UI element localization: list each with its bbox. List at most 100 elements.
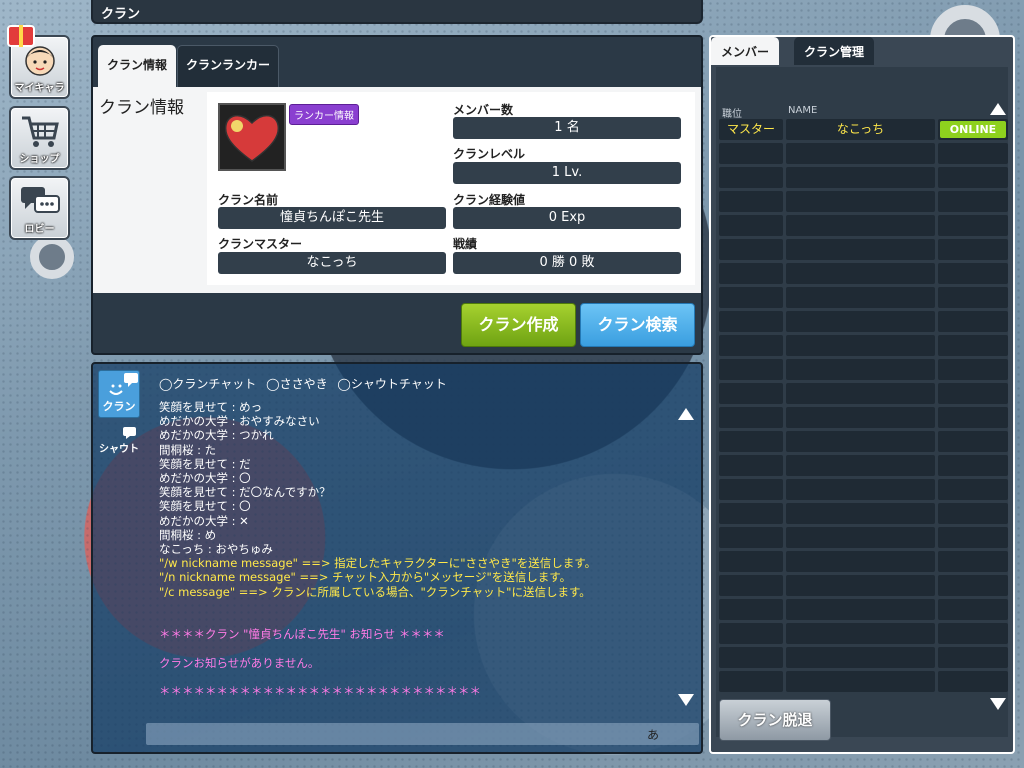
member-row[interactable] bbox=[716, 431, 1008, 453]
member-rank bbox=[719, 503, 783, 524]
member-row[interactable] bbox=[716, 455, 1008, 477]
member-status bbox=[938, 167, 1008, 188]
avatar-icon bbox=[24, 46, 55, 76]
clan-master-value: なこっち bbox=[218, 252, 446, 274]
member-row[interactable] bbox=[716, 479, 1008, 501]
chat-mode-selector: ◯クランチャット ◯ささやき ◯シャウトチャット bbox=[159, 375, 453, 392]
chat-message: 間桐桜 : め bbox=[159, 527, 217, 542]
member-rank bbox=[719, 311, 783, 332]
member-row[interactable] bbox=[716, 503, 1008, 525]
member-name bbox=[786, 479, 935, 500]
ranker-info-button[interactable]: ランカー情報 bbox=[289, 104, 359, 125]
member-status bbox=[938, 311, 1008, 332]
member-rank bbox=[719, 671, 783, 692]
nav-lobby-button[interactable]: ロビー bbox=[9, 176, 70, 240]
chat-message: 笑顔を見せて : だ〇なんですか？ bbox=[159, 485, 331, 500]
chat-message: 笑顔を見せて : 〇 bbox=[159, 499, 251, 514]
nav-my-character-button[interactable]: マイキャラ bbox=[7, 25, 70, 99]
chat-spacer bbox=[159, 613, 679, 627]
member-row[interactable] bbox=[716, 167, 1008, 189]
member-row[interactable] bbox=[716, 599, 1008, 621]
member-row[interactable] bbox=[716, 575, 1008, 597]
nav-shop-button[interactable]: ショップ bbox=[9, 106, 70, 170]
chat-message: ＊＊＊＊＊＊＊＊＊＊＊＊＊＊＊＊＊＊＊＊＊＊＊＊＊＊＊＊ bbox=[159, 684, 481, 698]
member-scroll-up-icon[interactable] bbox=[990, 103, 1006, 115]
member-row[interactable] bbox=[716, 359, 1008, 381]
chat-mode-shout[interactable]: ◯シャウトチャット bbox=[337, 377, 446, 391]
member-status bbox=[938, 455, 1008, 476]
chat-spacer bbox=[159, 670, 679, 684]
member-row[interactable] bbox=[716, 551, 1008, 573]
member-name bbox=[786, 335, 935, 356]
member-row[interactable] bbox=[716, 407, 1008, 429]
member-rank bbox=[719, 143, 783, 164]
search-clan-button[interactable]: クラン検索 bbox=[580, 303, 695, 347]
tab-clan-info[interactable]: クラン情報 bbox=[98, 45, 177, 87]
chat-input[interactable]: あ bbox=[146, 723, 699, 745]
member-row[interactable] bbox=[716, 263, 1008, 285]
member-name bbox=[786, 191, 935, 212]
chat-mode-clan[interactable]: ◯クランチャット bbox=[159, 377, 256, 391]
member-rank bbox=[719, 191, 783, 212]
member-rank bbox=[719, 551, 783, 572]
tab-members[interactable]: メンバー bbox=[711, 37, 780, 65]
clan-chat-button[interactable]: クラン bbox=[98, 370, 140, 418]
chat-message: "/c message" ==> クランに所属している場合、"クランチャット"に… bbox=[159, 584, 591, 599]
member-row[interactable] bbox=[716, 215, 1008, 237]
member-rank bbox=[719, 575, 783, 596]
chat-scroll-up-icon[interactable] bbox=[678, 408, 694, 420]
member-rank bbox=[719, 335, 783, 356]
tab-clan-ranker[interactable]: クランランカー bbox=[177, 45, 280, 87]
member-rank bbox=[719, 455, 783, 476]
member-status bbox=[938, 671, 1008, 692]
member-name bbox=[786, 383, 935, 404]
member-row[interactable] bbox=[716, 527, 1008, 549]
tab-clan-management[interactable]: クラン管理 bbox=[794, 37, 875, 65]
nav-lobby-label: ロビー bbox=[24, 224, 55, 235]
chat-spacer bbox=[159, 641, 679, 655]
member-row[interactable] bbox=[716, 311, 1008, 333]
chat-bubbles-icon bbox=[20, 187, 60, 213]
clan-emblem bbox=[218, 103, 286, 171]
member-list: 職位 NAME マスター なこっち ONLINE bbox=[716, 67, 1008, 737]
chat-message: "/w nickname message" ==> 指定したキャラクターに"ささ… bbox=[159, 556, 597, 571]
member-name bbox=[786, 455, 935, 476]
shout-button[interactable]: シャウト bbox=[98, 440, 140, 455]
nav-shop-label: ショップ bbox=[19, 154, 60, 165]
clan-info-panel: クラン情報 クランランカー クラン情報 ランカー情報 メンバー数 1 名 クラン… bbox=[91, 35, 703, 355]
member-status bbox=[938, 431, 1008, 452]
member-row[interactable] bbox=[716, 191, 1008, 213]
clan-master-label: クランマスター bbox=[218, 237, 303, 251]
member-row[interactable] bbox=[716, 671, 1008, 693]
chat-mode-whisper[interactable]: ◯ささやき bbox=[266, 377, 327, 391]
member-row[interactable] bbox=[716, 383, 1008, 405]
section-title: クラン情報 bbox=[99, 98, 184, 118]
leave-clan-button[interactable]: クラン脱退 bbox=[719, 699, 831, 741]
chat-scroll-down-icon[interactable] bbox=[678, 694, 694, 706]
member-row[interactable] bbox=[716, 335, 1008, 357]
member-name bbox=[786, 263, 935, 284]
member-row[interactable] bbox=[716, 623, 1008, 645]
member-scroll-down-icon[interactable] bbox=[990, 698, 1006, 710]
member-row[interactable] bbox=[716, 287, 1008, 309]
member-status bbox=[938, 215, 1008, 236]
create-clan-button[interactable]: クラン作成 bbox=[461, 303, 576, 347]
member-name bbox=[786, 575, 935, 596]
member-name bbox=[786, 599, 935, 620]
member-rank bbox=[719, 383, 783, 404]
member-row[interactable] bbox=[716, 143, 1008, 165]
chat-message: 笑顔を見せて : だ bbox=[159, 456, 251, 471]
clan-chat-label: クラン bbox=[102, 400, 136, 413]
column-header-rank: 職位 bbox=[722, 109, 742, 120]
member-row[interactable]: マスター なこっち ONLINE bbox=[716, 119, 1008, 141]
chat-message: "/n nickname message" ==> チャット入力から"メッセージ… bbox=[159, 570, 572, 585]
chat-message: めだかの大学 : おやすみなさい bbox=[159, 414, 320, 429]
chat-message: 笑顔を見せて : めっ bbox=[159, 400, 263, 414]
online-status-badge: ONLINE bbox=[940, 121, 1006, 138]
member-panel: メンバー クラン管理 職位 NAME マスター なこっち ONLINE クラン脱退 bbox=[709, 35, 1015, 754]
member-name bbox=[786, 407, 935, 428]
tab-clan-info-label: クラン情報 bbox=[107, 58, 168, 72]
member-row[interactable] bbox=[716, 239, 1008, 261]
member-status bbox=[938, 191, 1008, 212]
member-row[interactable] bbox=[716, 647, 1008, 669]
